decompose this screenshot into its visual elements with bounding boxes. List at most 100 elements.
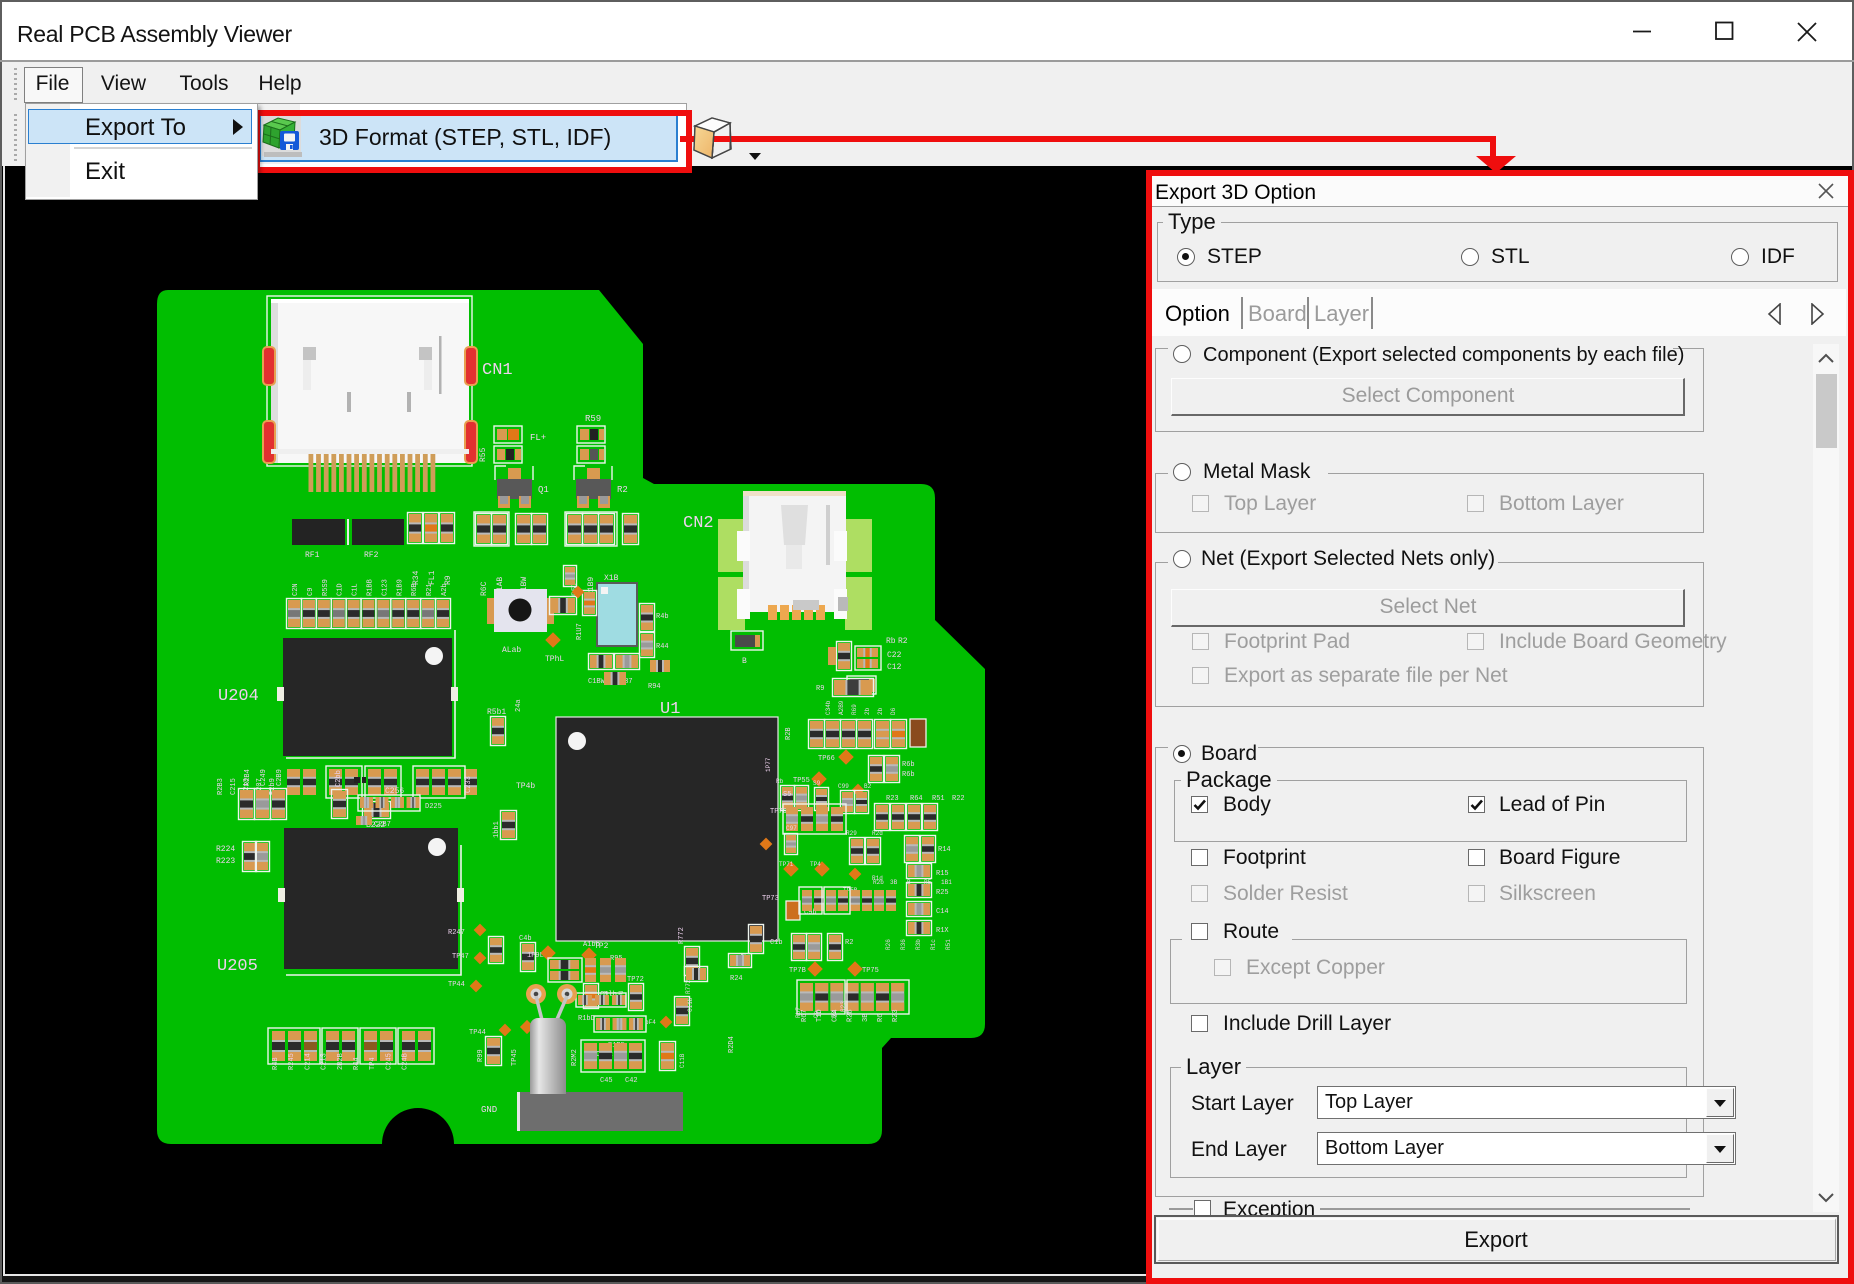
svg-text:TP4: TP4 [810, 861, 821, 868]
svg-text:C22: C22 [887, 651, 902, 660]
svg-text:R223: R223 [216, 857, 235, 866]
svg-text:R245: R245 [288, 1053, 296, 1070]
svg-text:R44: R44 [656, 643, 669, 651]
svg-text:C1BW: C1BW [588, 678, 606, 686]
svg-text:B: B [907, 879, 911, 886]
svg-text:R2: R2 [617, 485, 628, 495]
svg-text:R6C: R6C [480, 581, 489, 596]
svg-text:C1L: C1L [352, 583, 360, 596]
svg-text:R67: R67 [801, 1009, 809, 1022]
svg-text:TP55: TP55 [793, 777, 810, 785]
svg-text:A1bb: A1bb [583, 941, 600, 949]
svg-text:R5: R5 [924, 879, 932, 886]
svg-text:R59: R59 [585, 414, 601, 424]
svg-text:R34: R34 [412, 570, 421, 585]
svg-text:R21: R21 [426, 583, 434, 596]
svg-text:R5b1: R5b1 [487, 708, 506, 717]
svg-text:TP73: TP73 [762, 895, 779, 903]
svg-text:X1B: X1B [604, 574, 619, 583]
svg-text:R64: R64 [910, 795, 923, 803]
svg-text:R3b: R3b [915, 939, 922, 950]
svg-text:1bb1: 1bb1 [493, 821, 501, 838]
svg-text:TP7B: TP7B [789, 967, 806, 975]
svg-text:R1bD: R1bD [578, 1015, 595, 1023]
svg-text:1P9L: 1P9L [527, 952, 544, 960]
svg-text:C4b: C4b [519, 935, 532, 943]
svg-text:C11b: C11b [687, 997, 694, 1012]
svg-text:R14: R14 [938, 846, 951, 854]
svg-text:C2B7: C2B7 [374, 821, 391, 829]
svg-text:R15: R15 [936, 870, 949, 878]
svg-text:C1b: C1b [770, 939, 783, 947]
svg-text:C14: C14 [936, 908, 949, 916]
svg-text:R6B: R6B [411, 583, 419, 596]
svg-text:R51: R51 [932, 795, 945, 803]
svg-text:R36: R36 [900, 939, 907, 950]
svg-text:S9: S9 [813, 780, 821, 787]
svg-text:2b: 2b [864, 707, 871, 715]
svg-text:bF4: bF4 [645, 1019, 656, 1026]
svg-text:TP72: TP72 [627, 976, 644, 984]
svg-text:Rb7: Rb7 [795, 1007, 802, 1018]
svg-text:TP47: TP47 [452, 953, 469, 961]
svg-text:R2d: R2d [872, 830, 883, 837]
svg-text:C97: C97 [786, 825, 797, 832]
svg-text:U1: U1 [660, 700, 680, 719]
svg-text:R4B: R4B [272, 1057, 280, 1070]
svg-text:R2b: R2b [873, 879, 884, 886]
svg-text:R1BB: R1BB [367, 579, 375, 596]
svg-text:ALab: ALab [502, 646, 521, 655]
svg-text:C42: C42 [625, 1077, 638, 1085]
svg-text:TP45: TP45 [511, 1049, 519, 1066]
svg-text:C213: C213 [321, 1053, 329, 1070]
svg-text:R29: R29 [846, 830, 857, 837]
svg-text:R1B9: R1B9 [396, 579, 404, 596]
svg-text:R2B: R2B [785, 727, 793, 740]
svg-text:Cb: Cb [813, 1010, 820, 1018]
svg-text:C11B: C11B [679, 1053, 686, 1068]
svg-text:FL1: FL1 [428, 570, 437, 585]
svg-text:C123: C123 [381, 579, 389, 596]
svg-text:R2B: R2B [847, 1009, 855, 1022]
svg-text:R44: R44 [353, 1057, 361, 1070]
svg-text:RF1: RF1 [305, 551, 320, 560]
svg-text:R772: R772 [685, 979, 692, 994]
svg-text:R2B4: R2B4 [244, 769, 252, 786]
svg-text:R2: R2 [845, 939, 853, 947]
svg-text:R26: R26 [885, 939, 892, 950]
svg-text:R24: R24 [730, 975, 743, 983]
svg-text:24a: 24a [515, 699, 523, 712]
svg-text:C1D: C1D [337, 583, 345, 596]
svg-text:C2bb: C2bb [335, 770, 343, 787]
svg-text:C2B9: C2B9 [276, 769, 284, 786]
svg-text:B2: B2 [864, 783, 872, 790]
svg-text:R1U7: R1U7 [576, 623, 584, 640]
svg-text:2B2B: 2B2B [337, 1053, 345, 1070]
svg-text:R69: R69 [851, 704, 858, 715]
svg-text:Q1: Q1 [538, 485, 549, 495]
svg-text:TP44: TP44 [448, 981, 465, 989]
svg-text:S5: S5 [783, 791, 791, 799]
svg-text:A2b: A2b [441, 583, 449, 596]
svg-text:R6: R6 [877, 1014, 885, 1022]
svg-text:C9: C9 [307, 588, 315, 596]
svg-text:1B1: 1B1 [941, 879, 952, 886]
svg-text:C24B: C24B [402, 1053, 410, 1070]
svg-text:R2M2: R2M2 [571, 1049, 579, 1066]
svg-text:R6b: R6b [902, 771, 915, 779]
svg-text:R1c: R1c [930, 939, 937, 950]
svg-text:C249: C249 [260, 769, 268, 786]
svg-text:CN1: CN1 [482, 361, 513, 380]
svg-text:R23: R23 [840, 1001, 847, 1012]
svg-text:A2B9: A2B9 [838, 700, 845, 715]
svg-text:R25: R25 [936, 889, 949, 897]
svg-text:C99: C99 [838, 783, 849, 790]
svg-text:C214: C214 [304, 1053, 312, 1070]
svg-text:R247: R247 [448, 929, 465, 937]
svg-text:R1X: R1X [936, 927, 949, 935]
svg-text:C2N: C2N [292, 583, 300, 596]
svg-text:C12: C12 [887, 663, 902, 672]
svg-text:R51: R51 [945, 939, 952, 950]
svg-text:R4b: R4b [656, 613, 669, 621]
svg-text:R3: R3 [831, 1010, 838, 1018]
